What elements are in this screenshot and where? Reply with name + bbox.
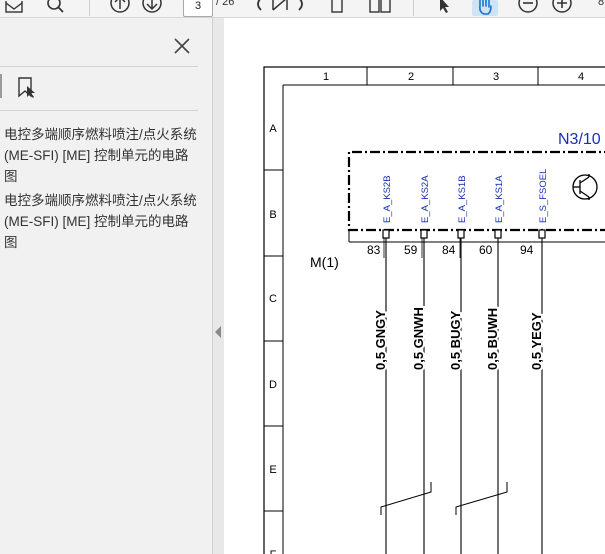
pin-terminal	[457, 229, 465, 239]
zoom-out-icon[interactable]	[516, 0, 540, 16]
wire-label: 0,5 GNWH	[411, 307, 426, 370]
document-page[interactable]: 1 2 3 4 A B C D E F N3/10	[224, 18, 605, 554]
page-total: / 26	[216, 0, 235, 8]
wire-label: 0,5 BUGY	[448, 310, 463, 370]
single-page-icon[interactable]	[326, 0, 348, 16]
row-label: E	[269, 464, 276, 476]
fit-width-icon[interactable]	[253, 0, 307, 16]
page-number-input[interactable]: 3	[183, 0, 213, 17]
close-icon[interactable]	[172, 36, 192, 56]
outer-frame	[263, 66, 605, 554]
column-label: 1	[323, 71, 329, 83]
zoom-in-icon[interactable]	[550, 0, 574, 16]
toolbar-separator	[89, 0, 90, 16]
pin-number: 59	[404, 243, 418, 257]
row-label: B	[269, 209, 276, 221]
sidebar-tab-indicator	[0, 74, 8, 98]
pin-signal-label: E_A_KS1A	[494, 175, 505, 223]
sidebar-divider	[0, 66, 198, 67]
pin-number: 83	[367, 243, 381, 257]
module-label: N3/10	[558, 131, 601, 148]
row-label: C	[269, 293, 277, 305]
wire-label: 0,5 YEGY	[529, 312, 544, 370]
twisted-pair-symbol	[455, 482, 508, 515]
bookmark-sidebar: 电控多端顺序燃料喷注/点火系统 (ME-SFI) [ME] 控制单元的电路图 电…	[0, 18, 213, 554]
pin-group: E_A_KS2B 83 0,5 GNGY E_A_KS2A 59 0,5 GNWH E_A_…	[367, 169, 549, 554]
pin-signal-label: E_A_KS2A	[420, 175, 431, 223]
pin-signal-label: E_A_KS1B	[457, 175, 468, 223]
column-label: 3	[493, 71, 499, 83]
search-icon[interactable]	[45, 0, 67, 16]
pin-terminal	[420, 229, 428, 239]
toolbar: 3 / 26 8	[0, 0, 605, 18]
row-label: F	[270, 549, 277, 554]
bookmark-icon[interactable]	[16, 76, 38, 100]
email-icon[interactable]	[4, 0, 24, 16]
zoom-level[interactable]: 8	[598, 0, 604, 8]
sidebar-collapse-icon[interactable]	[214, 325, 222, 338]
bookmark-item[interactable]: 电控多端顺序燃料喷注/点火系统 (ME-SFI) [ME] 控制单元的电路图	[4, 124, 200, 187]
pin-signal-label: E_A_KS2B	[382, 175, 393, 223]
hand-tool-icon[interactable]	[472, 0, 498, 16]
select-cursor-icon[interactable]	[434, 0, 454, 16]
pin-terminal	[494, 229, 502, 239]
pin-number: 84	[442, 243, 456, 257]
pin-terminal	[382, 229, 390, 239]
toolbar-separator	[413, 0, 414, 16]
previous-page-icon[interactable]	[108, 0, 132, 16]
bookmark-item[interactable]: 电控多端顺序燃料喷注/点火系统 (ME-SFI) [ME] 控制单元的电路图	[4, 190, 200, 253]
two-page-icon[interactable]	[366, 0, 394, 16]
pin-signal-label: E_S_FSOEL	[538, 169, 549, 223]
wiring-diagram: 1 2 3 4 A B C D E F N3/10	[263, 66, 605, 554]
transistor-icon	[572, 174, 598, 200]
column-label: 2	[408, 71, 414, 83]
pin-number: 94	[520, 243, 534, 257]
row-label: A	[269, 123, 277, 135]
wire-label: 0,5 GNGY	[373, 310, 388, 370]
sidebar-divider	[0, 110, 198, 111]
pin-number: 60	[479, 243, 493, 257]
connector-label: M(1)	[310, 254, 339, 270]
next-page-icon[interactable]	[140, 0, 164, 16]
row-label: D	[269, 379, 277, 391]
pin-terminal	[538, 229, 546, 239]
column-label: 4	[578, 71, 584, 83]
wire-label: 0,5 BUWH	[485, 308, 500, 370]
